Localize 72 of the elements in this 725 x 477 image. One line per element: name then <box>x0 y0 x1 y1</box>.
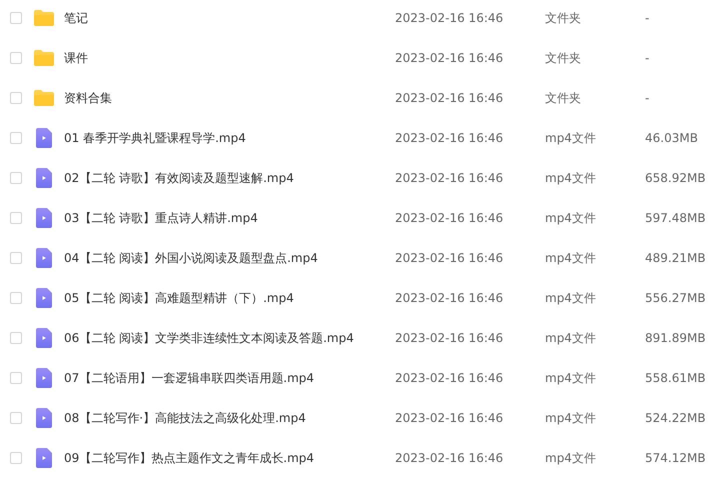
video-file-icon <box>36 328 52 348</box>
file-size: 46.03MB <box>645 131 699 145</box>
file-type: mp4文件 <box>545 370 597 386</box>
checkbox[interactable] <box>10 12 22 24</box>
modified-date: 2023-02-16 16:46 <box>395 51 504 65</box>
video-file-icon <box>36 208 52 228</box>
file-size: 524.22MB <box>645 411 707 425</box>
file-size: 556.27MB <box>645 291 707 305</box>
checkbox[interactable] <box>10 452 22 464</box>
checkbox[interactable] <box>10 252 22 264</box>
file-name[interactable]: 06【二轮 阅读】文学类非连续性文本阅读及答题.mp4 <box>64 330 395 346</box>
modified-date: 2023-02-16 16:46 <box>395 411 504 425</box>
modified-date: 2023-02-16 16:46 <box>395 171 504 185</box>
checkbox[interactable] <box>10 412 22 424</box>
folder-icon <box>34 50 54 66</box>
file-name[interactable]: 04【二轮 阅读】外国小说阅读及题型盘点.mp4 <box>64 250 395 266</box>
file-type: mp4文件 <box>545 250 597 266</box>
video-file-icon <box>36 168 52 188</box>
file-type: 文件夹 <box>545 10 582 26</box>
file-name[interactable]: 课件 <box>64 50 395 66</box>
file-size: - <box>645 91 650 105</box>
checkbox[interactable] <box>10 372 22 384</box>
checkbox[interactable] <box>10 52 22 64</box>
file-size: 597.48MB <box>645 211 707 225</box>
checkbox[interactable] <box>10 132 22 144</box>
file-size: 574.12MB <box>645 451 707 465</box>
file-type: mp4文件 <box>545 330 597 346</box>
file-type: 文件夹 <box>545 90 582 106</box>
file-size: 489.21MB <box>645 251 707 265</box>
video-file-icon <box>36 288 52 308</box>
file-name[interactable]: 08【二轮写作·】高能技法之高级化处理.mp4 <box>64 410 395 426</box>
video-file-icon <box>36 128 52 148</box>
file-name[interactable]: 07【二轮语用】一套逻辑串联四类语用题.mp4 <box>64 370 395 386</box>
checkbox[interactable] <box>10 92 22 104</box>
file-name[interactable]: 笔记 <box>64 10 395 26</box>
video-file-icon <box>36 448 52 468</box>
file-size: - <box>645 11 650 25</box>
file-type: mp4文件 <box>545 170 597 186</box>
file-size: 891.89MB <box>645 331 707 345</box>
file-size: - <box>645 51 650 65</box>
modified-date: 2023-02-16 16:46 <box>395 451 504 465</box>
checkbox[interactable] <box>10 212 22 224</box>
checkbox[interactable] <box>10 332 22 344</box>
file-type: mp4文件 <box>545 210 597 226</box>
modified-date: 2023-02-16 16:46 <box>395 331 504 345</box>
modified-date: 2023-02-16 16:46 <box>395 251 504 265</box>
file-type: 文件夹 <box>545 50 582 66</box>
modified-date: 2023-02-16 16:46 <box>395 291 504 305</box>
video-file-icon <box>36 368 52 388</box>
modified-date: 2023-02-16 16:46 <box>395 211 504 225</box>
folder-icon <box>34 10 54 26</box>
file-name[interactable]: 05【二轮 阅读】高难题型精讲（下）.mp4 <box>64 290 395 306</box>
modified-date: 2023-02-16 16:46 <box>395 91 504 105</box>
file-name[interactable]: 02【二轮 诗歌】有效阅读及题型速解.mp4 <box>64 170 395 186</box>
modified-date: 2023-02-16 16:46 <box>395 131 504 145</box>
file-size: 558.61MB <box>645 371 707 385</box>
file-type: mp4文件 <box>545 290 597 306</box>
folder-icon <box>34 90 54 106</box>
file-size: 658.92MB <box>645 171 707 185</box>
file-type: mp4文件 <box>545 450 597 466</box>
checkbox[interactable] <box>10 292 22 304</box>
video-file-icon <box>36 248 52 268</box>
checkbox[interactable] <box>10 172 22 184</box>
video-file-icon <box>36 408 52 428</box>
file-name[interactable]: 01 春季开学典礼暨课程导学.mp4 <box>64 130 395 146</box>
file-type: mp4文件 <box>545 410 597 426</box>
modified-date: 2023-02-16 16:46 <box>395 371 504 385</box>
file-name[interactable]: 资料合集 <box>64 90 395 106</box>
file-type: mp4文件 <box>545 130 597 146</box>
file-name[interactable]: 09【二轮写作】热点主题作文之青年成长.mp4 <box>64 450 395 466</box>
file-name[interactable]: 03【二轮 诗歌】重点诗人精讲.mp4 <box>64 210 395 226</box>
modified-date: 2023-02-16 16:46 <box>395 11 504 25</box>
